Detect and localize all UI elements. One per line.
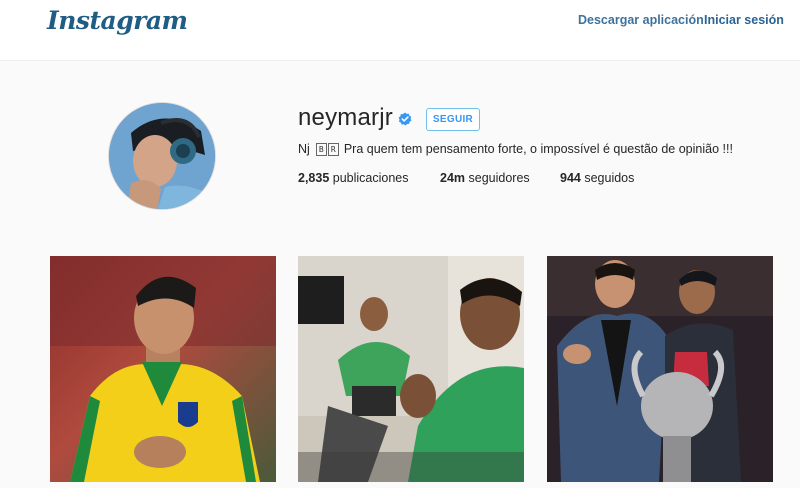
- posts-count-label: publicaciones: [332, 171, 409, 185]
- posts-count-value: 2,835: [298, 171, 330, 185]
- flag-letter-r: R: [327, 142, 339, 156]
- flag-letter-b: B: [315, 142, 327, 156]
- following-count[interactable]: 944 seguidos: [560, 171, 634, 185]
- following-count-label: seguidos: [584, 171, 635, 185]
- follow-button[interactable]: SEGUIR: [426, 108, 480, 131]
- followers-count[interactable]: 24m seguidores: [440, 171, 530, 185]
- followers-count-label: seguidores: [468, 171, 530, 185]
- brazil-flag-emoji: B R: [315, 142, 340, 156]
- post-image: [50, 256, 276, 482]
- top-navigation-bar: Instagram Descargar aplicación Iniciar s…: [0, 0, 800, 61]
- posts-count: 2,835 publicaciones: [298, 171, 409, 185]
- following-count-value: 944: [560, 171, 581, 185]
- instagram-logo[interactable]: Instagram: [47, 6, 188, 35]
- followers-count-value: 24m: [440, 171, 466, 185]
- post-image: [298, 256, 524, 482]
- post-image: [547, 256, 773, 482]
- bio-prefix: Nj: [298, 142, 310, 156]
- profile-bio: Nj B R Pra quem tem pensamento forte, o …: [298, 142, 733, 156]
- verified-badge-icon: [398, 112, 412, 126]
- post-thumbnail[interactable]: [50, 256, 276, 482]
- download-app-link[interactable]: Descargar aplicación: [578, 13, 704, 27]
- post-thumbnail[interactable]: [547, 256, 773, 482]
- profile-username: neymarjr: [298, 104, 393, 131]
- bio-text: Pra quem tem pensamento forte, o impossí…: [343, 142, 733, 156]
- login-link[interactable]: Iniciar sesión: [704, 13, 784, 27]
- profile-avatar[interactable]: [108, 102, 216, 210]
- post-thumbnail[interactable]: [298, 256, 524, 482]
